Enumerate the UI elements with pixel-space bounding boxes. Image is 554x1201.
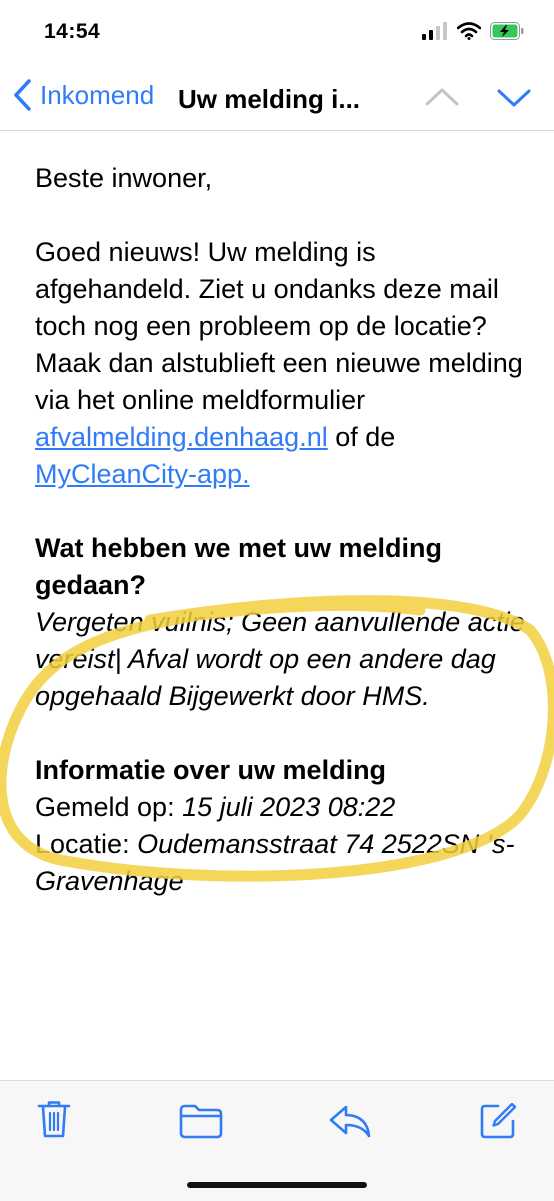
email-paragraph: Goed nieuws! Uw melding is afgehandeld. … (35, 234, 535, 493)
mail-nav-bar: Inkomend Uw melding i... (0, 70, 554, 131)
email-body: Beste inwoner, Goed nieuws! Uw melding i… (35, 160, 535, 900)
message-subject-title: Uw melding i... (178, 84, 361, 114)
afvalmelding-link[interactable]: afvalmelding.denhaag.nl (35, 422, 328, 452)
compose-button[interactable] (478, 1101, 518, 1146)
link-separator: of de (327, 422, 396, 452)
reported-on-row: Gemeld op: 15 juli 2023 08:22 (35, 789, 535, 826)
reported-on-value: 15 juli 2023 08:22 (182, 792, 396, 822)
back-button[interactable]: Inkomend (12, 78, 154, 112)
trash-icon (37, 1101, 71, 1138)
battery-charging-icon (490, 22, 524, 40)
home-indicator[interactable] (187, 1182, 367, 1188)
email-intro-text: Goed nieuws! Uw melding is afgehandeld. … (35, 237, 523, 415)
reported-on-label: Gemeld op: (35, 792, 175, 822)
delete-button[interactable] (36, 1099, 72, 1144)
chevron-down-icon (497, 89, 531, 107)
status-icons (422, 22, 524, 40)
action-section-text: Vergeten vuilnis; Geen aanvullende actie… (35, 607, 525, 711)
folder-icon (179, 1104, 223, 1139)
previous-message-button[interactable] (424, 84, 460, 115)
status-bar: 14:54 (0, 0, 554, 70)
next-message-button[interactable] (496, 84, 532, 115)
info-section-heading: Informatie over uw melding (35, 755, 387, 785)
wifi-icon (457, 22, 481, 40)
reply-button[interactable] (328, 1103, 372, 1144)
compose-icon (480, 1102, 517, 1139)
cellular-signal-icon (422, 22, 447, 40)
back-label: Inkomend (40, 79, 155, 110)
mycleancity-app-link[interactable]: MyCleanCity-app. (35, 459, 250, 489)
action-section-heading: Wat hebben we met uw melding gedaan? (35, 533, 443, 600)
email-greeting: Beste inwoner, (35, 163, 213, 193)
chevron-up-icon (425, 88, 459, 106)
move-to-folder-button[interactable] (178, 1103, 224, 1144)
chevron-left-icon (14, 79, 31, 111)
reply-icon (329, 1105, 371, 1138)
location-row: Locatie: Oudemansstraat 74 2522SN 's-Gra… (35, 826, 535, 900)
status-time: 14:54 (44, 20, 101, 43)
location-label: Locatie: (35, 829, 130, 859)
